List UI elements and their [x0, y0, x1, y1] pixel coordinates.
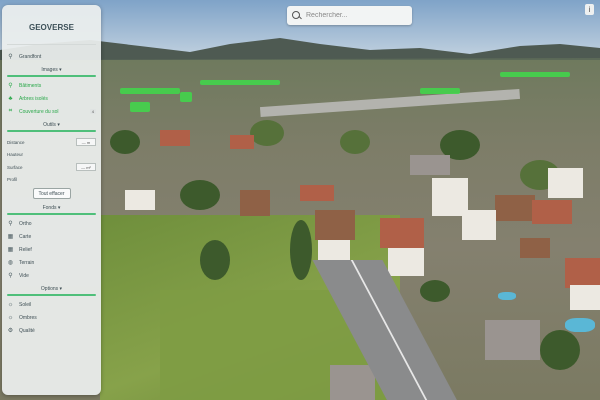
tree — [180, 180, 220, 210]
building-roof — [160, 130, 190, 146]
tool-label: Surface — [7, 164, 23, 170]
tool-row-profil: Profil — [7, 177, 96, 182]
search-bar[interactable] — [287, 6, 412, 25]
building-roof — [300, 185, 334, 201]
tool-row-surface: Surface — m² — [7, 163, 96, 171]
basemap-item-carte[interactable]: ▦ Carte — [7, 232, 96, 241]
option-item-qualite[interactable]: ⚙ Qualité — [7, 326, 96, 335]
basemap-label: Vide — [19, 272, 29, 279]
tool-label: Hauteur — [7, 152, 24, 157]
building-roof — [565, 258, 600, 288]
highlight-vegetation — [420, 88, 460, 94]
building-roof — [315, 210, 355, 240]
search-icon — [292, 11, 301, 20]
building-wall — [570, 285, 600, 310]
grid-icon: ▦ — [7, 247, 14, 253]
tree-icon: ♣ — [8, 95, 13, 102]
tool-label: Distance — [7, 139, 25, 145]
tool-label: Profil — [7, 177, 18, 182]
pool — [498, 292, 516, 300]
pin-icon: ⚲ — [8, 221, 13, 227]
tree — [340, 130, 370, 154]
tool-row-hauteur: Hauteur — [7, 152, 96, 157]
tree — [250, 120, 284, 146]
layer-label: Bâtiments — [19, 82, 42, 89]
building-roof — [495, 195, 535, 221]
option-label: Soleil — [19, 301, 32, 308]
option-item-soleil[interactable]: ☼ Soleil — [7, 300, 96, 309]
building-wall — [548, 168, 583, 198]
sun-icon: ☼ — [7, 301, 14, 308]
building-roof — [520, 238, 550, 258]
section-title-outils[interactable]: Outils ▾ — [7, 122, 96, 128]
option-item-ombres[interactable]: ☼ Ombres — [7, 313, 96, 322]
section-title-images[interactable]: Images ▾ — [7, 67, 96, 73]
option-label: Ombres — [19, 314, 37, 321]
info-icon: ⅰ — [588, 6, 591, 14]
section-divider — [7, 130, 96, 132]
pin-icon: ⚲ — [8, 273, 13, 279]
building-roof — [330, 365, 375, 400]
section-title-fonds[interactable]: Fonds ▾ — [7, 205, 96, 211]
app-title: GEOVERSE — [7, 11, 96, 45]
section-divider — [7, 213, 96, 215]
section-title-options[interactable]: Options ▾ — [7, 286, 96, 292]
highlight-vegetation — [200, 80, 280, 85]
building-wall — [125, 190, 155, 210]
section-divider — [7, 294, 96, 296]
basemap-label: Carte — [19, 233, 32, 240]
info-button[interactable]: ⅰ — [585, 4, 594, 15]
tool-row-distance: Distance — m — [7, 138, 96, 146]
layers-icon: ⌗ — [8, 108, 13, 114]
pin-icon: ⚲ — [8, 83, 13, 89]
layer-item-arbres[interactable]: ♣ Arbres isolés — [7, 94, 96, 103]
building-roof — [485, 320, 540, 360]
tree — [110, 130, 140, 154]
option-label: Qualité — [19, 327, 35, 334]
globe-icon: ◍ — [7, 260, 14, 266]
basemap-item-vide[interactable]: ⚲ Vide — [7, 271, 96, 280]
tree — [200, 240, 230, 280]
building-roof — [410, 155, 450, 175]
layer-item-batiments[interactable]: ⚲ Bâtiments — [7, 81, 96, 90]
layer-label: Arbres isolés — [19, 95, 48, 102]
section-divider — [7, 75, 96, 77]
basemap-label: Ortho — [19, 220, 32, 227]
basemap-label: Relief — [19, 246, 32, 253]
building-roof — [532, 200, 572, 224]
basemap-item-relief[interactable]: ▦ Relief — [7, 245, 96, 254]
basemap-item-terrain[interactable]: ◍ Terrain — [7, 258, 96, 267]
grid-icon: ▦ — [7, 234, 14, 240]
tool-value-field[interactable]: — m — [76, 138, 96, 146]
location-label: Grandfont — [19, 53, 42, 60]
location-item[interactable]: ⚲ Grandfont — [7, 52, 96, 61]
tree — [420, 280, 450, 302]
pin-icon: ⚲ — [8, 54, 13, 60]
layer-item-couverture[interactable]: ⌗ Couverture du sol 4 — [7, 107, 96, 116]
building-roof — [380, 218, 424, 248]
basemap-label: Terrain — [19, 259, 35, 266]
building-wall — [462, 210, 496, 240]
building-wall — [388, 248, 424, 276]
sidebar-panel: GEOVERSE ⚲ Grandfont Images ▾ ⚲ Bâtiment… — [2, 5, 101, 395]
tool-value-field[interactable]: — m² — [76, 163, 96, 171]
sun-icon: ☼ — [7, 314, 14, 321]
building-roof — [240, 190, 270, 216]
highlight-vegetation — [180, 92, 192, 102]
highlight-vegetation — [120, 88, 180, 94]
tree — [290, 220, 312, 280]
clear-all-button[interactable]: Tout effacer — [32, 188, 71, 199]
layer-label: Couverture du sol — [19, 108, 59, 115]
search-input[interactable] — [306, 12, 406, 19]
highlight-vegetation — [130, 102, 150, 112]
basemap-item-ortho[interactable]: ⚲ Ortho — [7, 219, 96, 228]
highlight-vegetation — [500, 72, 570, 77]
layer-count-badge: 4 — [89, 109, 96, 114]
building-roof — [230, 135, 254, 149]
pool — [565, 318, 595, 332]
gear-icon: ⚙ — [7, 328, 14, 334]
tree — [540, 330, 580, 370]
